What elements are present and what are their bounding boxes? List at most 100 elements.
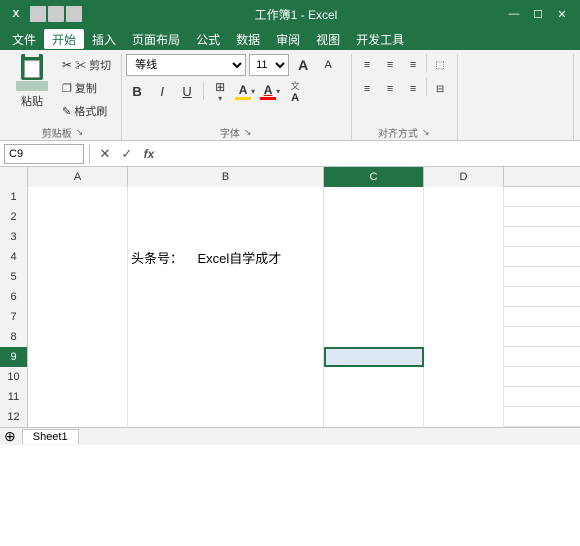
align-left-button[interactable]: ≡ — [356, 78, 378, 100]
menu-insert[interactable]: 插入 — [84, 29, 124, 49]
cell-c4[interactable] — [324, 247, 424, 267]
font-expand-icon[interactable]: ↘ — [244, 127, 252, 138]
maximize-button[interactable]: ☐ — [528, 6, 548, 22]
menu-file[interactable]: 文件 — [4, 29, 44, 49]
align-top-button[interactable]: ≡ — [356, 54, 378, 76]
cell-a12[interactable] — [28, 407, 128, 427]
align-center-button[interactable]: ≡ — [379, 78, 401, 100]
menu-data[interactable]: 数据 — [228, 29, 268, 49]
clipboard-expand-icon[interactable]: ↘ — [76, 127, 84, 138]
font-color-button[interactable]: A ▾ — [259, 80, 281, 102]
col-header-c[interactable]: C — [324, 167, 424, 187]
italic-button[interactable]: I — [151, 80, 173, 102]
cell-d6[interactable] — [424, 287, 504, 307]
increase-font-button[interactable]: A — [292, 54, 314, 76]
cell-b9[interactable] — [128, 347, 324, 367]
cell-a11[interactable] — [28, 387, 128, 407]
cell-a1[interactable] — [28, 187, 128, 207]
cell-c7[interactable] — [324, 307, 424, 327]
table-row: 10 — [0, 367, 580, 387]
menu-pagelayout[interactable]: 页面布局 — [124, 29, 188, 49]
phonetic-button[interactable]: 文 A — [284, 80, 306, 102]
cell-c10[interactable] — [324, 367, 424, 387]
cell-b12[interactable] — [128, 407, 324, 427]
confirm-formula-button[interactable]: ✓ — [117, 144, 137, 164]
cell-b2[interactable] — [128, 207, 324, 227]
select-all-button[interactable] — [0, 167, 28, 187]
cell-a5[interactable] — [28, 267, 128, 287]
add-sheet-button[interactable]: ⊕ — [4, 428, 16, 445]
cell-d9[interactable] — [424, 347, 504, 367]
cell-b4[interactable]: 头条号： Excel自学成才 — [128, 247, 324, 267]
align-right-button[interactable]: ≡ — [402, 78, 424, 100]
menu-home[interactable]: 开始 — [44, 29, 84, 49]
menu-view[interactable]: 视图 — [308, 29, 348, 49]
name-box[interactable] — [4, 144, 84, 164]
decrease-font-button[interactable]: A — [317, 54, 339, 76]
col-header-a[interactable]: A — [28, 167, 128, 187]
cell-c11[interactable] — [324, 387, 424, 407]
cell-d8[interactable] — [424, 327, 504, 347]
cell-d10[interactable] — [424, 367, 504, 387]
cell-d5[interactable] — [424, 267, 504, 287]
wrap-text-button[interactable]: ⬚ — [429, 54, 451, 76]
col-header-b[interactable]: B — [128, 167, 324, 187]
font-name-select[interactable]: 等线 — [126, 54, 246, 76]
border-button[interactable]: ⊞ ▾ — [209, 80, 231, 102]
sheet-tab-1[interactable]: Sheet1 — [22, 429, 79, 444]
cell-c5[interactable] — [324, 267, 424, 287]
cell-c8[interactable] — [324, 327, 424, 347]
cell-b1[interactable] — [128, 187, 324, 207]
cell-c2[interactable] — [324, 207, 424, 227]
underline-button[interactable]: U — [176, 80, 198, 102]
formula-input[interactable] — [161, 144, 576, 164]
cancel-formula-button[interactable]: ✕ — [95, 144, 115, 164]
align-bottom-button[interactable]: ≡ — [402, 54, 424, 76]
align-middle-button[interactable]: ≡ — [379, 54, 401, 76]
cell-b11[interactable] — [128, 387, 324, 407]
cell-d4[interactable] — [424, 247, 504, 267]
cell-a8[interactable] — [28, 327, 128, 347]
alignment-expand-icon[interactable]: ↘ — [422, 127, 430, 138]
menu-formulas[interactable]: 公式 — [188, 29, 228, 49]
cell-a10[interactable] — [28, 367, 128, 387]
window-controls[interactable]: — ☐ ✕ — [504, 6, 572, 22]
cell-d2[interactable] — [424, 207, 504, 227]
fill-color-button[interactable]: A ▾ — [234, 80, 256, 102]
cell-a6[interactable] — [28, 287, 128, 307]
cell-d12[interactable] — [424, 407, 504, 427]
cell-a3[interactable] — [28, 227, 128, 247]
minimize-button[interactable]: — — [504, 6, 524, 22]
cell-d7[interactable] — [424, 307, 504, 327]
cell-b10[interactable] — [128, 367, 324, 387]
cell-a2[interactable] — [28, 207, 128, 227]
col-header-d[interactable]: D — [424, 167, 504, 187]
cell-c12[interactable] — [324, 407, 424, 427]
menu-developer[interactable]: 开发工具 — [348, 29, 412, 49]
cell-b6[interactable] — [128, 287, 324, 307]
menu-review[interactable]: 审阅 — [268, 29, 308, 49]
cell-c1[interactable] — [324, 187, 424, 207]
cut-button[interactable]: ✂ ✂ 剪切 — [58, 54, 115, 76]
cell-d3[interactable] — [424, 227, 504, 247]
cell-d1[interactable] — [424, 187, 504, 207]
cell-a7[interactable] — [28, 307, 128, 327]
cell-c9-selected[interactable] — [324, 347, 424, 367]
insert-function-button[interactable]: fx — [139, 144, 159, 164]
cell-c3[interactable] — [324, 227, 424, 247]
cell-b5[interactable] — [128, 267, 324, 287]
copy-button[interactable]: ❐ 复制 — [58, 77, 115, 99]
cell-b8[interactable] — [128, 327, 324, 347]
cell-c6[interactable] — [324, 287, 424, 307]
close-button[interactable]: ✕ — [552, 6, 572, 22]
format-painter-button[interactable]: ✎ 格式刷 — [58, 100, 115, 122]
merge-button[interactable]: ⊟ — [429, 78, 451, 100]
cell-a9[interactable] — [28, 347, 128, 367]
cell-d11[interactable] — [424, 387, 504, 407]
paste-button[interactable]: 粘贴 — [10, 54, 54, 108]
bold-button[interactable]: B — [126, 80, 148, 102]
cell-b7[interactable] — [128, 307, 324, 327]
font-size-select[interactable]: 11 — [249, 54, 289, 76]
cell-b3[interactable] — [128, 227, 324, 247]
cell-a4[interactable] — [28, 247, 128, 267]
